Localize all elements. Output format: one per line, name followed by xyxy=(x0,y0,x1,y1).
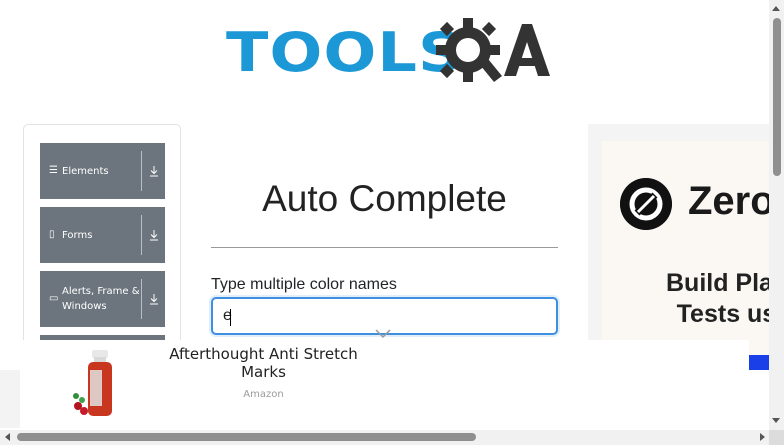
site-logo[interactable]: TOOLS xyxy=(226,14,550,90)
hamburger-icon: ☰ xyxy=(49,165,58,176)
download-icon[interactable] xyxy=(149,229,159,241)
gear-qa-logo-icon xyxy=(436,18,550,82)
group-divider xyxy=(141,215,142,255)
zero-brand-icon xyxy=(620,178,672,230)
download-icon[interactable] xyxy=(149,165,159,177)
download-icon[interactable] xyxy=(149,293,159,305)
product-image[interactable] xyxy=(70,348,140,418)
ad-tagline-line: Tests us xyxy=(676,300,777,328)
ad-button-edge[interactable] xyxy=(748,355,770,370)
chevron-down-icon[interactable] xyxy=(375,329,391,339)
scroll-left-icon[interactable] xyxy=(5,433,10,441)
bottom-ad-banner[interactable]: Afterthought Anti Stretch Marks Amazon xyxy=(20,329,749,428)
sidebar-group-label: Forms xyxy=(62,229,93,241)
group-divider xyxy=(141,151,142,191)
product-title[interactable]: Afterthought Anti Stretch Marks xyxy=(160,345,367,381)
ad-shade xyxy=(0,370,20,428)
right-ad-banner[interactable]: Zero Build Play Tests us xyxy=(588,124,784,370)
ad-tagline-line: Build Play xyxy=(666,269,784,297)
page: TOOLS ☰ Elements ▯ Forms ▭ Alerts, Frame… xyxy=(0,0,784,445)
text-caret xyxy=(230,309,231,326)
sidebar-group-label: Alerts, Frame & Windows xyxy=(62,286,140,312)
logo-text: TOOLS xyxy=(226,20,464,84)
sidebar-group-forms[interactable]: ▯ Forms xyxy=(40,207,165,263)
ad-tagline: Build Play Tests us xyxy=(666,268,784,330)
ad-card: Zero Build Play Tests us xyxy=(602,141,784,370)
horizontal-scroll-thumb[interactable] xyxy=(17,433,476,441)
vertical-scroll-thumb[interactable] xyxy=(773,18,781,176)
product-source: Amazon xyxy=(243,389,284,400)
window-icon: ▭ xyxy=(49,293,59,304)
scroll-right-icon[interactable] xyxy=(760,433,765,441)
scrollbar-corner xyxy=(769,430,784,445)
sidebar-group-alerts-frame-windows[interactable]: ▭ Alerts, Frame & Windows xyxy=(40,271,165,327)
scroll-down-icon[interactable] xyxy=(772,418,780,423)
sidebar-group-label: Elements xyxy=(62,165,109,177)
group-divider xyxy=(141,279,142,319)
scroll-up-icon[interactable] xyxy=(772,6,780,11)
vertical-scrollbar[interactable] xyxy=(769,0,784,430)
title-divider xyxy=(211,247,558,248)
sidebar-group-elements[interactable]: ☰ Elements xyxy=(40,143,165,199)
horizontal-scrollbar[interactable] xyxy=(0,430,784,445)
page-title: Auto Complete xyxy=(262,178,507,219)
ad-brand: Zero xyxy=(688,179,775,223)
autocomplete-multiple-label: Type multiple color names xyxy=(211,276,397,293)
form-icon: ▯ xyxy=(49,229,55,240)
